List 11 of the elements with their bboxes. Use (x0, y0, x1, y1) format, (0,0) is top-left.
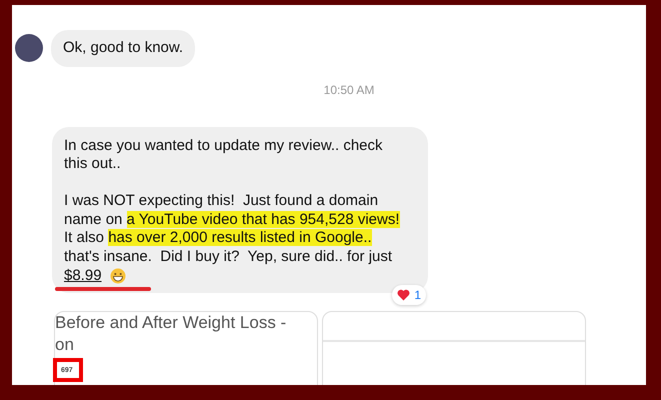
grinning-emoji-icon (110, 268, 126, 284)
avatar-placeholder (15, 34, 43, 62)
message-text: I was NOT expecting this! Just found a domain name on a YouTube video that has 954,528 views! It also has over 2,000 results listed in Google.. that's insane. Did I buy it? Yep, sure did.. for just (64, 192, 401, 267)
preview-title: Before and After Weight Loss - on (55, 312, 288, 356)
highlight-box-annotation (53, 358, 83, 382)
reaction-count: 1 (414, 287, 421, 304)
message-text: In case you wanted to update my review.. check this out.. (64, 136, 384, 174)
message-bubble: Ok, good to know. (51, 30, 196, 66)
message-time: 10:50 AM (324, 82, 374, 98)
heart-icon (397, 289, 410, 302)
price-link[interactable]: $8.99 (64, 266, 102, 286)
